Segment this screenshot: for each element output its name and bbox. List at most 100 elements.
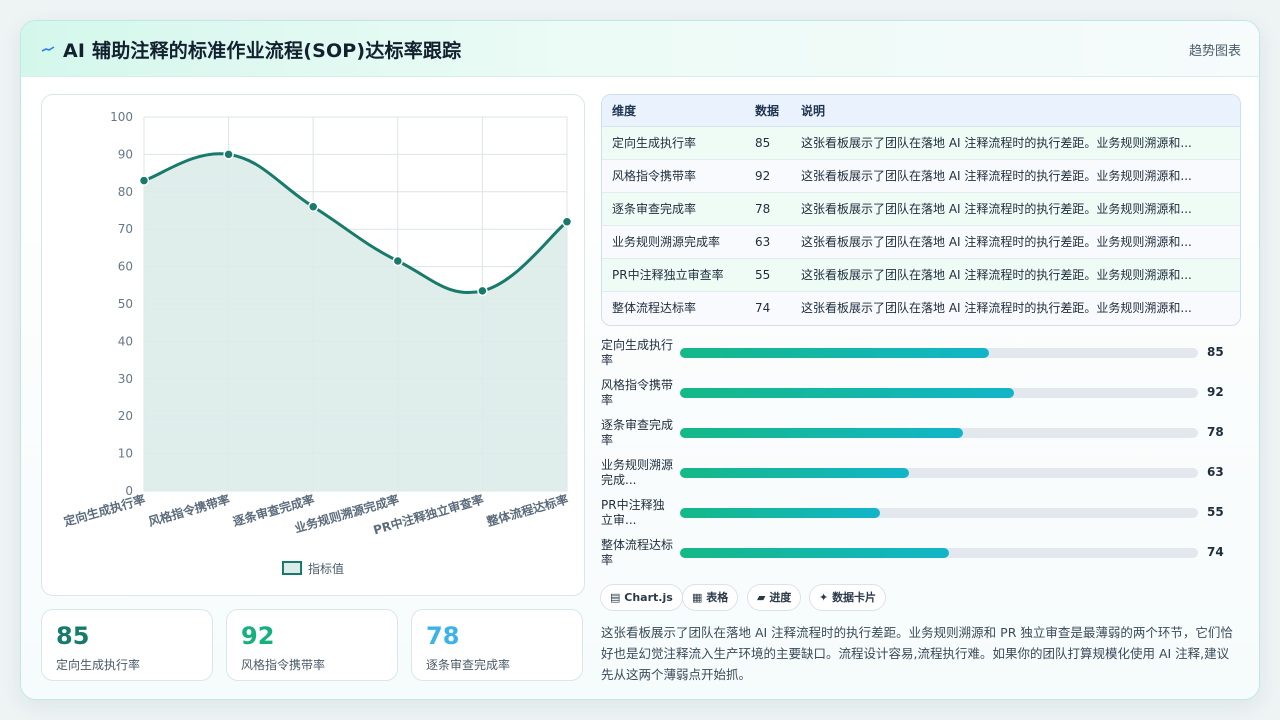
progress-row: 定向生成执行率 85 bbox=[601, 338, 1241, 374]
progress-fill bbox=[680, 388, 1015, 398]
trend-chart-link[interactable]: 趋势图表 bbox=[1189, 40, 1241, 59]
cell-dimension: 风格指令携带率 bbox=[612, 169, 697, 183]
legend-swatch bbox=[282, 561, 302, 575]
tag-data-cards[interactable]: ✦ 数据卡片 bbox=[809, 584, 887, 611]
y-tick-label: 70 bbox=[118, 222, 133, 236]
x-tick-label: 定向生成执行率 bbox=[62, 491, 147, 529]
kpi-label: 逐条审查完成率 bbox=[426, 658, 511, 672]
y-tick-label: 100 bbox=[110, 110, 133, 124]
data-point bbox=[138, 175, 150, 186]
y-tick-label: 20 bbox=[118, 409, 133, 423]
series-area bbox=[144, 153, 567, 491]
progress-value: 92 bbox=[1207, 385, 1224, 399]
cell-value: 92 bbox=[755, 169, 771, 183]
tag-progress[interactable]: ▰ 进度 bbox=[747, 584, 802, 611]
progress-label: 逐条审查完成率 bbox=[601, 418, 674, 447]
table-row: 逐条审查完成率 78 这张看板展示了团队在落地 AI 注释流程时的执行差距。业务… bbox=[602, 193, 1240, 226]
table-row: 风格指令携带率 92 这张看板展示了团队在落地 AI 注释流程时的执行差距。业务… bbox=[602, 160, 1240, 193]
progress-label: 整体流程达标率 bbox=[601, 538, 674, 567]
table-row: 业务规则溯源完成率 63 这张看板展示了团队在落地 AI 注释流程时的执行差距。… bbox=[602, 226, 1240, 259]
data-table: 维度 数据 说明 定向生成执行率 85 这张看板展示了团队在落地 AI 注释流程… bbox=[601, 94, 1241, 326]
progress-track bbox=[680, 468, 1198, 478]
progress-fill bbox=[680, 348, 989, 358]
progress-row: PR中注释独 立审... 55 bbox=[601, 498, 1241, 534]
progress-fill bbox=[680, 428, 964, 438]
progress-label: PR中注释独 立审... bbox=[601, 498, 665, 527]
y-tick-label: 80 bbox=[118, 185, 133, 199]
page-title: AI 辅助注释的标准作业流程(SOP)达标率跟踪 bbox=[63, 40, 462, 62]
cell-value: 78 bbox=[755, 202, 771, 216]
progress-track bbox=[680, 508, 1198, 518]
kpi-label: 风格指令携带率 bbox=[241, 658, 326, 672]
y-tick-label: 30 bbox=[118, 372, 133, 386]
cell-dimension: 整体流程达标率 bbox=[612, 301, 697, 315]
cell-dimension: 定向生成执行率 bbox=[612, 136, 697, 150]
column-header: 数据 bbox=[755, 104, 780, 118]
kpi-value: 78 bbox=[426, 622, 460, 650]
progress-track bbox=[680, 388, 1198, 398]
cell-description: 这张看板展示了团队在落地 AI 注释流程时的执行差距。业务规则溯源和... bbox=[801, 169, 1192, 183]
progress-value: 78 bbox=[1207, 425, 1224, 439]
cell-value: 74 bbox=[755, 301, 771, 315]
progress-label: 定向生成执行率 bbox=[601, 338, 674, 367]
y-tick-label: 60 bbox=[118, 260, 133, 274]
progress-label: 业务规则溯源 完成... bbox=[601, 458, 674, 487]
cell-description: 这张看板展示了团队在落地 AI 注释流程时的执行差距。业务规则溯源和... bbox=[801, 202, 1192, 216]
progress-row: 风格指令携带率 92 bbox=[601, 378, 1241, 414]
y-tick-label: 40 bbox=[118, 334, 133, 348]
cell-description: 这张看板展示了团队在落地 AI 注释流程时的执行差距。业务规则溯源和... bbox=[801, 235, 1192, 249]
x-tick-label: 风格指令携带率 bbox=[147, 491, 232, 529]
progress-value: 85 bbox=[1207, 345, 1224, 359]
progress-track bbox=[680, 548, 1198, 558]
header-bar: AI 辅助注释的标准作业流程(SOP)达标率跟踪 趋势图表 bbox=[21, 21, 1259, 77]
kpi-label: 定向生成执行率 bbox=[56, 658, 141, 672]
progress-row: 逐条审查完成率 78 bbox=[601, 418, 1241, 454]
cell-dimension: PR中注释独立审查率 bbox=[612, 268, 724, 282]
data-point bbox=[223, 149, 234, 160]
cell-dimension: 业务规则溯源完成率 bbox=[612, 235, 721, 249]
progress-value: 63 bbox=[1207, 465, 1224, 479]
cell-value: 63 bbox=[755, 235, 771, 249]
table-row: 整体流程达标率 74 这张看板展示了团队在落地 AI 注释流程时的执行差距。业务… bbox=[602, 292, 1240, 325]
cell-value: 85 bbox=[755, 136, 771, 150]
line-chart: 0102030405060708090100定向生成执行率 风格指令携带率 逐条审查… bbox=[62, 110, 573, 576]
progress-fill bbox=[680, 468, 909, 478]
table-header: 维度 数据 说明 bbox=[602, 95, 1240, 127]
progress-label: 风格指令携带率 bbox=[601, 378, 674, 407]
kpi-card: 85 定向生成执行率 bbox=[41, 609, 213, 681]
table-row: PR中注释独立审查率 55 这张看板展示了团队在落地 AI 注释流程时的执行差距… bbox=[602, 259, 1240, 292]
sparkle-icon: ✦ bbox=[819, 591, 829, 604]
dashboard-card: AI 辅助注释的标准作业流程(SOP)达标率跟踪 趋势图表 0 10 20 30 40 5… bbox=[20, 20, 1260, 700]
cell-value: 55 bbox=[755, 268, 771, 282]
line-chart-panel: 0 10 20 30 40 50 60 70 80 90 100 定向生成执行率 风格指令携带率 逐条审查… bbox=[41, 94, 585, 596]
chart-icon: ▤ bbox=[610, 591, 621, 604]
legend-label: 指标值 bbox=[308, 561, 344, 576]
column-header: 维度 bbox=[612, 104, 637, 118]
data-point bbox=[477, 285, 488, 297]
progress-row: 整体流程达标率 74 bbox=[601, 538, 1241, 574]
kpi-card: 92 风格指令携带率 bbox=[226, 609, 398, 681]
progress-value: 55 bbox=[1207, 505, 1224, 519]
table-row: 定向生成执行率 85 这张看板展示了团队在落地 AI 注释流程时的执行差距。业务… bbox=[602, 127, 1240, 160]
progress-icon: ▰ bbox=[757, 591, 766, 604]
y-tick-label: 50 bbox=[118, 297, 133, 311]
data-point bbox=[392, 255, 404, 267]
data-point bbox=[561, 216, 573, 227]
tag-chartjs[interactable]: ▤ Chart.js bbox=[600, 584, 683, 611]
cell-description: 这张看板展示了团队在落地 AI 注释流程时的执行差距。业务规则溯源和... bbox=[801, 268, 1192, 282]
table-icon: ▦ bbox=[692, 591, 703, 604]
progress-fill bbox=[680, 508, 880, 518]
progress-fill bbox=[680, 548, 949, 558]
cell-description: 这张看板展示了团队在落地 AI 注释流程时的执行差距。业务规则溯源和... bbox=[801, 136, 1192, 150]
kpi-value: 85 bbox=[56, 622, 90, 650]
y-tick-label: 10 bbox=[118, 447, 133, 461]
progress-track bbox=[680, 428, 1198, 438]
tag-table[interactable]: ▦ 表格 bbox=[682, 584, 739, 611]
column-header: 说明 bbox=[801, 104, 826, 118]
data-point bbox=[307, 201, 319, 213]
cell-dimension: 逐条审查完成率 bbox=[612, 202, 697, 216]
cell-description: 这张看板展示了团队在落地 AI 注释流程时的执行差距。业务规则溯源和... bbox=[801, 301, 1192, 315]
x-tick-label: 整体流程达标率 bbox=[484, 491, 570, 529]
progress-track bbox=[680, 348, 1198, 358]
progress-value: 74 bbox=[1207, 545, 1224, 559]
